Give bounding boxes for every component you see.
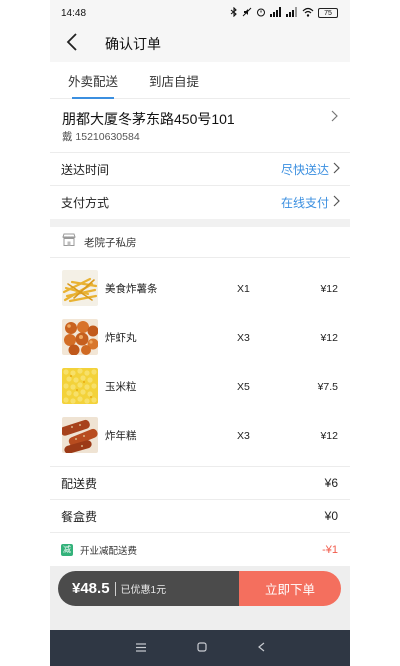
corn-thumbnail: [62, 368, 98, 404]
item-price: ¥7.5: [317, 380, 338, 393]
phone-screen: 14:48 75 确认订单 外卖配送 到店自提 朋都大厦冬茅东路450号101 …: [50, 0, 350, 666]
home-icon[interactable]: [196, 639, 207, 657]
tab-pickup[interactable]: 到店自提: [149, 62, 199, 99]
order-items: 美食炸薯条 X1 ¥12 炸虾丸 X3 ¥12 玉米粒 X5 ¥7.5 炸年糕 …: [50, 264, 350, 460]
delivery-time-value: 尽快送达: [280, 162, 329, 177]
discount-label: 开业减配送费: [80, 545, 138, 557]
item-quantity: X1: [237, 282, 250, 295]
delivery-time-row[interactable]: 送达时间 尽快送达: [50, 153, 350, 186]
chevron-left-icon: [66, 32, 78, 56]
item-quantity: X5: [237, 380, 250, 393]
checkout-area: ¥48.5 已优惠1元 立即下单: [50, 566, 350, 630]
chevron-right-icon: [333, 195, 340, 210]
item-quantity: X3: [237, 331, 250, 344]
status-time: 14:48: [61, 7, 87, 19]
payment-method-value: 在线支付: [280, 196, 329, 210]
mute-icon: [242, 7, 252, 19]
payment-method-row[interactable]: 支付方式 在线支付: [50, 186, 350, 219]
bluetooth-icon: [230, 6, 238, 19]
fries-thumbnail: [62, 270, 98, 306]
item-quantity: X3: [237, 429, 250, 442]
order-total: ¥48.5: [72, 580, 110, 597]
checkout-bar: ¥48.5 已优惠1元 立即下单: [58, 571, 341, 606]
payment-method-label: 支付方式: [61, 196, 110, 210]
item-name: 炸年糕: [105, 430, 137, 442]
ricecake-thumbnail: [62, 417, 98, 453]
system-nav-bar: [50, 630, 350, 666]
shop-header: 老院子私房: [50, 227, 350, 258]
nav-bar: 确认订单: [50, 26, 350, 62]
checkout-summary: ¥48.5 已优惠1元: [58, 571, 239, 606]
delivery-time-label: 送达时间: [61, 162, 110, 177]
chevron-right-icon: [331, 109, 338, 127]
menu-icon[interactable]: [135, 639, 146, 657]
back-triangle-icon[interactable]: [257, 639, 265, 657]
order-type-tabs: 外卖配送 到店自提: [50, 62, 350, 99]
item-price: ¥12: [320, 429, 338, 442]
status-bar: 14:48 75: [50, 0, 350, 26]
box-fee-value: ¥0: [324, 509, 338, 523]
signal-icon-1: [270, 7, 282, 19]
shop-name: 老院子私房: [84, 236, 137, 249]
chevron-right-icon: [333, 162, 340, 177]
wifi-icon: [302, 7, 314, 19]
delivery-fee-value: ¥6: [324, 476, 338, 490]
item-name: 玉米粒: [105, 381, 137, 393]
address-contact: 戴 15210630584: [62, 131, 140, 143]
item-price: ¥12: [320, 282, 338, 295]
delivery-fee-row: 配送费 ¥6: [50, 466, 350, 499]
item-name: 美食炸薯条: [105, 283, 158, 295]
battery-icon: 75: [318, 8, 338, 18]
status-icons: 75: [230, 6, 338, 19]
page-title: 确认订单: [105, 36, 161, 52]
item-name: 炸虾丸: [105, 332, 137, 344]
meatballs-thumbnail: [62, 319, 98, 355]
signal-icon-2: [286, 7, 298, 19]
item-price: ¥12: [320, 331, 338, 344]
shop-icon: [62, 233, 76, 251]
back-button[interactable]: [50, 26, 94, 62]
list-item: 炸虾丸 X3 ¥12: [50, 313, 350, 362]
discount-row: 减 开业减配送费 -¥1: [50, 532, 350, 566]
box-fee-row: 餐盒费 ¥0: [50, 499, 350, 532]
list-item: 炸年糕 X3 ¥12: [50, 411, 350, 460]
delivery-fee-label: 配送费: [61, 476, 98, 491]
saved-amount: 已优惠1元: [120, 585, 167, 596]
submit-order-button[interactable]: 立即下单: [239, 571, 341, 606]
discount-value: -¥1: [322, 543, 338, 556]
address-card[interactable]: 朋都大厦冬茅东路450号101 戴 15210630584: [50, 99, 350, 153]
alarm-icon: [256, 7, 266, 19]
divider: [114, 581, 116, 596]
discount-badge: 减: [61, 543, 73, 556]
section-divider: [50, 219, 350, 227]
list-item: 美食炸薯条 X1 ¥12: [50, 264, 350, 313]
box-fee-label: 餐盒费: [61, 509, 98, 524]
address-line: 朋都大厦冬茅东路450号101: [62, 111, 235, 127]
tab-delivery[interactable]: 外卖配送: [68, 62, 118, 99]
list-item: 玉米粒 X5 ¥7.5: [50, 362, 350, 411]
